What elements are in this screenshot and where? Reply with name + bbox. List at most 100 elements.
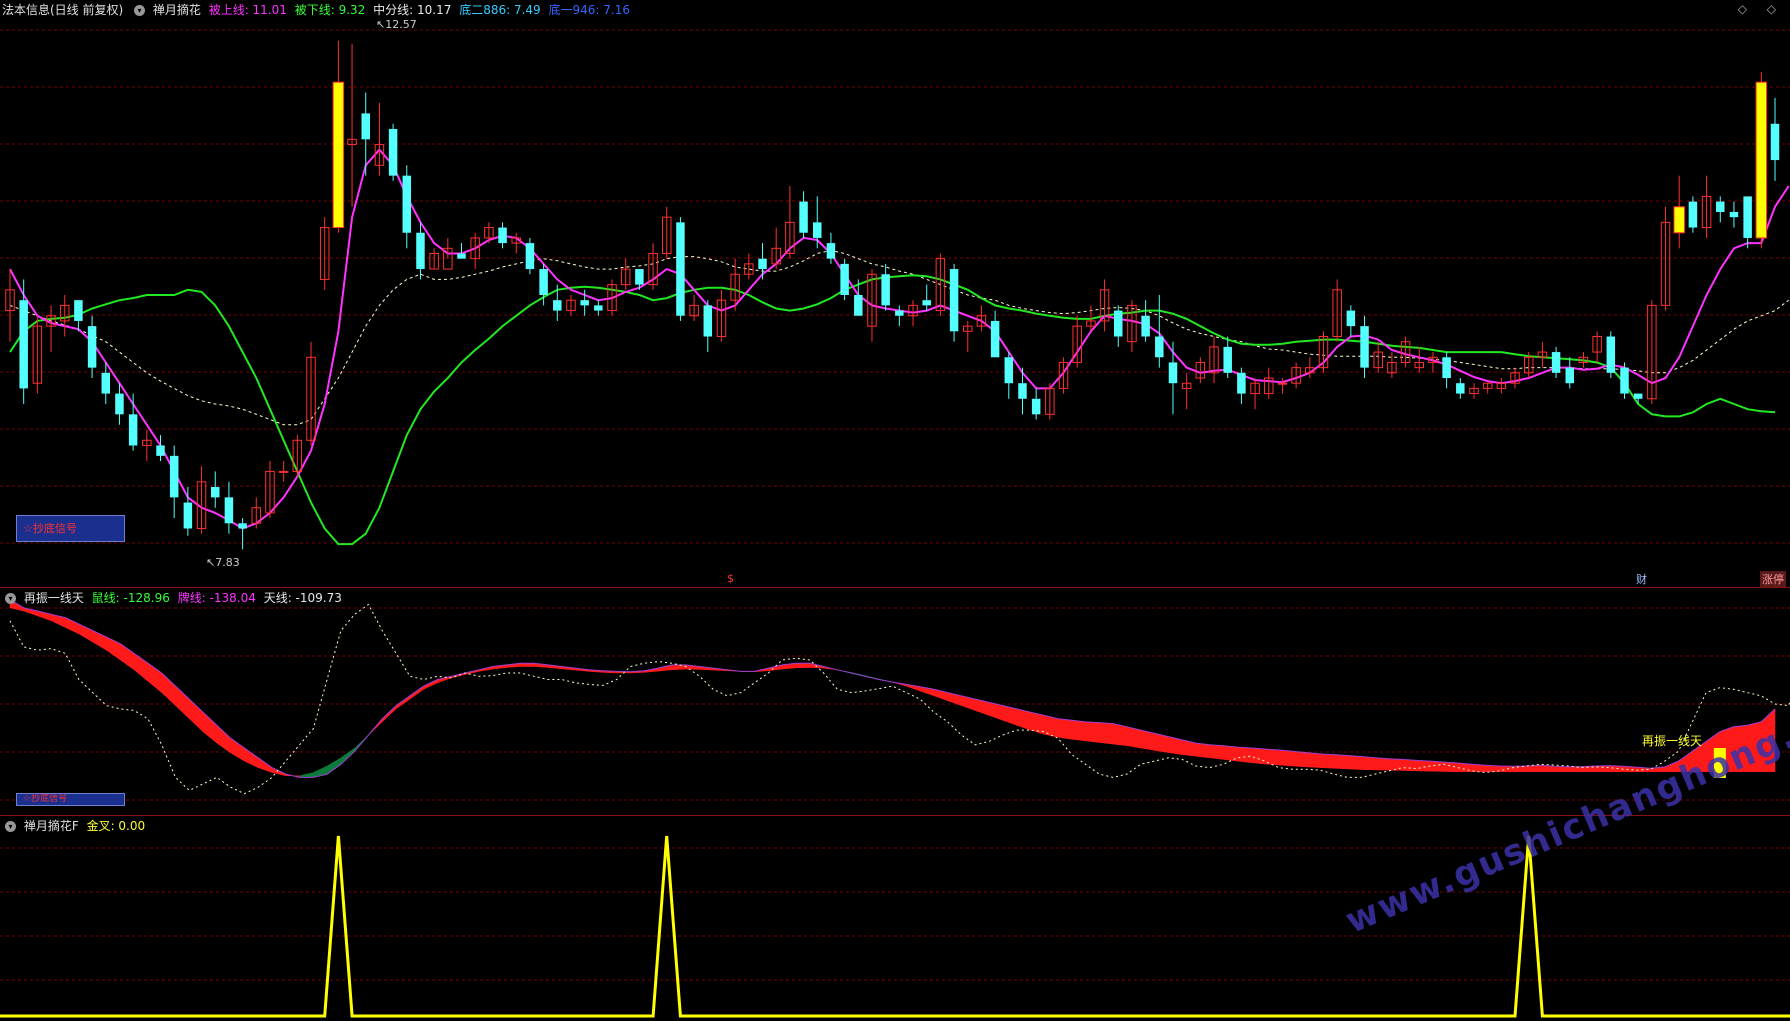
second-legend: ▾ 再振一线天 鼠线: -128.96 牌线: -138.04 天线: -109… [2, 590, 346, 606]
candle-body-down [1620, 367, 1629, 394]
candle-body-down [169, 455, 179, 498]
band-segment [1402, 759, 1417, 772]
candle-body-down [238, 523, 247, 529]
legend-field-gold-cross: 金叉: 0.00 [86, 819, 146, 833]
legend-field-card: 牌线: -138.04 [177, 591, 256, 605]
signal-bar [1755, 81, 1768, 239]
candle-body-up [278, 470, 289, 473]
indicator-name[interactable]: 禅月摘花 [153, 3, 201, 17]
band-segment [1430, 760, 1445, 772]
candle-body-down [594, 305, 603, 311]
band-chart [0, 599, 1790, 801]
candle-body-down [183, 502, 193, 529]
upper-line [9, 148, 1790, 530]
candle-body-down [758, 258, 767, 270]
band-segment [1388, 758, 1403, 771]
candle-body-down [1729, 211, 1739, 218]
candle-body-down [854, 295, 863, 316]
main-price-chart [0, 29, 1790, 550]
toggle-icon[interactable]: ▾ [5, 593, 16, 604]
candle-body-down [74, 300, 83, 321]
bottom-marker-dollar: $ [727, 572, 734, 585]
main-legend: 法本信息(日线 前复权) ▾ 禅月摘花 被上线: 11.01 被下线: 9.32… [2, 2, 634, 18]
band-segment [1333, 754, 1348, 770]
band-segment [1567, 766, 1583, 773]
candle-body-down [1716, 201, 1725, 212]
signal-bar [1673, 206, 1685, 234]
candle-body-down [922, 300, 931, 306]
candle-body-down [388, 128, 398, 176]
candle-body-down [128, 414, 138, 446]
candle-body-down [1141, 315, 1150, 337]
band-segment [1305, 752, 1321, 768]
legend-field-mid: 中分线: 10.17 [373, 3, 452, 17]
band-segment [120, 643, 135, 671]
indicator-name[interactable]: 禅月摘花F [24, 819, 79, 833]
band-segment [1374, 757, 1390, 771]
candle-body-down [813, 222, 822, 238]
band-segment [230, 737, 245, 762]
candle-body-down [949, 269, 959, 332]
band-segment [1057, 718, 1073, 740]
band-segment [1264, 748, 1279, 766]
legend-field-bottom1: 底一946: 7.16 [548, 3, 630, 17]
band-segment [1209, 744, 1224, 760]
stock-title: 法本信息(日线 前复权) [2, 3, 124, 17]
band-segment [961, 695, 976, 711]
band-segment [1512, 765, 1528, 773]
candle-body-down [990, 320, 1000, 358]
candle-body-down [1237, 372, 1246, 394]
candle-body-down [703, 305, 713, 337]
band-segment [1085, 721, 1100, 743]
band-segment [175, 685, 190, 720]
toggle-icon[interactable]: ▾ [134, 5, 146, 16]
candle-body-down [826, 243, 836, 259]
legend-field-rat: 鼠线: -128.96 [91, 591, 170, 605]
bottom-signal-note-2: ☆抄底信号 [16, 793, 125, 806]
band-segment [1195, 742, 1210, 759]
candle-body-down [1168, 362, 1178, 384]
signal-label: 再振一线天 [1642, 734, 1703, 748]
candle-body-down [1551, 352, 1561, 373]
legend-field-sky: 天线: -109.73 [263, 591, 342, 605]
lower-line [9, 274, 1776, 546]
band-segment [64, 617, 80, 635]
band-segment [1292, 751, 1307, 768]
band-segment [671, 664, 686, 671]
candle-body-down [416, 232, 425, 270]
bottom-marker-finance: 财 [1636, 573, 1647, 586]
band-segment [133, 652, 149, 682]
candle-body-down [1565, 367, 1575, 384]
band-segment [257, 757, 273, 773]
candle-body-down [101, 372, 111, 394]
sky-line [9, 603, 1790, 795]
candle-body-down [498, 227, 507, 244]
band-segment [1112, 723, 1128, 746]
candle-body-down [1114, 310, 1123, 337]
band-segment [1071, 720, 1086, 742]
toggle-icon[interactable]: ▾ [5, 821, 16, 832]
low-price-label: ↖7.83 [206, 556, 240, 569]
signal-bar [332, 81, 345, 229]
candle-body-down [156, 445, 165, 456]
candle-body-down [840, 263, 849, 295]
candle-body-down [402, 175, 412, 233]
candle-body-down [1155, 336, 1164, 358]
candle-body-up [1277, 382, 1288, 385]
band-segment [161, 672, 176, 707]
candle-body-down [87, 326, 97, 368]
band-segment [202, 711, 218, 744]
candle-body-down [799, 201, 808, 233]
candle-body-down [457, 253, 466, 259]
indicator-name[interactable]: 再振一线天 [24, 591, 84, 605]
band-segment [1250, 747, 1266, 765]
candle-body-down [676, 222, 685, 316]
band-segment [1236, 746, 1252, 763]
candle-body-down [1018, 383, 1027, 399]
band-segment [78, 623, 93, 643]
band-segment [1347, 755, 1362, 770]
low-price-value: 7.83 [215, 556, 240, 569]
panel-controls-icon[interactable]: ◇ ◇ [1738, 2, 1784, 16]
band-segment [1099, 722, 1114, 745]
band-segment [795, 662, 811, 669]
